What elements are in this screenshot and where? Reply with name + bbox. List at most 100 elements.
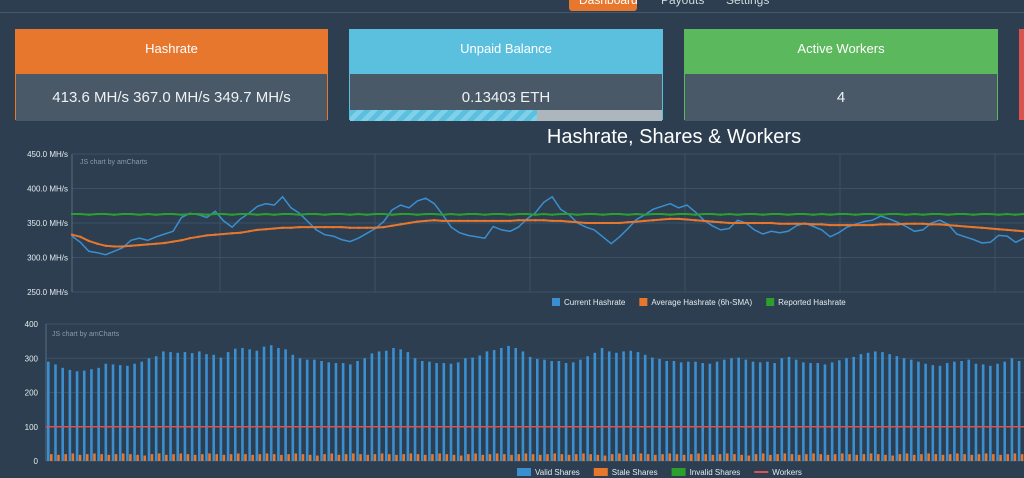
data-point (306, 225, 310, 229)
data-point (138, 213, 141, 216)
bar-valid-shares (902, 358, 906, 461)
data-point (559, 219, 562, 223)
bar-valid-shares (672, 360, 676, 461)
data-point (567, 212, 571, 216)
data-point (323, 213, 326, 216)
data-point (331, 225, 335, 229)
data-point (112, 213, 116, 216)
bar-valid-shares (859, 354, 863, 461)
bar-valid-shares (586, 356, 589, 461)
bar-stale-shares (258, 454, 262, 461)
data-point (913, 222, 916, 225)
bar-stale-shares (380, 453, 384, 461)
data-point (492, 212, 495, 216)
data-point (668, 217, 672, 221)
data-point (475, 212, 478, 216)
bar-valid-shares (989, 365, 992, 461)
bar-valid-shares (305, 359, 309, 461)
bar-valid-shares (133, 363, 136, 461)
tab-dashboard[interactable]: Dashboard (569, 0, 638, 11)
bar-stale-shares (963, 454, 966, 461)
bar-stale-shares (129, 454, 132, 461)
bar-valid-shares (766, 361, 769, 461)
bar-stale-shares (661, 454, 664, 461)
bar-stale-shares (244, 454, 247, 461)
bar-valid-shares (737, 357, 740, 461)
data-point (938, 223, 941, 226)
bar-stale-shares (797, 454, 801, 461)
hashrate-chart: 450.0 MH/s 400.0 MH/s 350.0 MH/s 300.0 MH/s… (27, 150, 1024, 307)
data-point (668, 213, 672, 216)
legend-label: Valid Shares (535, 468, 580, 477)
data-point (753, 212, 756, 216)
bar-valid-shares (212, 354, 215, 461)
bar-stale-shares (733, 454, 736, 461)
series-line-current (71, 195, 1024, 256)
data-point (180, 239, 183, 242)
bar-valid-shares (90, 369, 93, 461)
bar-valid-shares (715, 361, 719, 461)
data-point (70, 233, 74, 236)
bar-stale-shares (1006, 454, 1010, 461)
data-point (744, 212, 748, 216)
tab-payouts[interactable]: Payouts (661, 0, 704, 11)
bar-valid-shares (838, 360, 841, 461)
tab-settings[interactable]: Settings (726, 0, 769, 11)
data-point (365, 213, 369, 216)
bar-valid-shares (924, 363, 927, 461)
data-point (96, 212, 99, 216)
data-point (551, 219, 554, 223)
data-point (837, 223, 840, 227)
data-point (112, 245, 116, 248)
bar-stale-shares (546, 454, 549, 461)
data-point (449, 219, 453, 223)
data-point (997, 213, 1000, 216)
data-point (188, 236, 192, 240)
bar-valid-shares (873, 351, 877, 461)
data-point (997, 228, 1000, 231)
data-point (87, 239, 91, 243)
bar-stale-shares (805, 454, 808, 461)
data-point (955, 224, 958, 227)
data-point (79, 235, 82, 238)
bar-valid-shares (104, 363, 108, 461)
data-point (155, 213, 158, 216)
y-tick-label: 350.0 MH/s (27, 219, 68, 228)
bar-valid-shares (248, 349, 251, 461)
bar-stale-shares (165, 454, 168, 461)
data-point (727, 221, 731, 225)
bar-valid-shares (528, 356, 532, 461)
data-point (230, 213, 234, 216)
data-point (980, 226, 984, 230)
bar-valid-shares (967, 359, 971, 461)
bar-valid-shares (615, 352, 618, 461)
bar-valid-shares (277, 347, 280, 461)
legend-swatch (671, 468, 686, 476)
data-point (214, 212, 217, 216)
bar-valid-shares (1010, 358, 1014, 461)
y-tick-label: 100 (25, 423, 39, 432)
bar-valid-shares (82, 370, 86, 461)
data-point (272, 227, 276, 230)
bar-stale-shares (316, 455, 319, 461)
data-point (972, 213, 975, 216)
bar-stale-shares (920, 454, 923, 461)
data-point (104, 212, 107, 216)
bar-stale-shares (876, 454, 880, 461)
bar-stale-shares (445, 454, 449, 461)
bar-valid-shares (687, 361, 690, 461)
bar-stale-shares (352, 453, 355, 461)
bar-valid-shares (622, 351, 625, 461)
bar-stale-shares (344, 454, 348, 461)
bar-stale-shares (452, 454, 456, 461)
data-point (483, 213, 487, 216)
bar-stale-shares (366, 454, 370, 461)
data-point (989, 212, 992, 216)
bar-valid-shares (428, 361, 431, 461)
y-tick-label: 300.0 MH/s (27, 254, 68, 263)
data-point (264, 228, 267, 231)
data-point (786, 213, 790, 216)
data-point (466, 212, 470, 216)
data-point (904, 213, 908, 216)
bar-valid-shares (291, 354, 295, 461)
